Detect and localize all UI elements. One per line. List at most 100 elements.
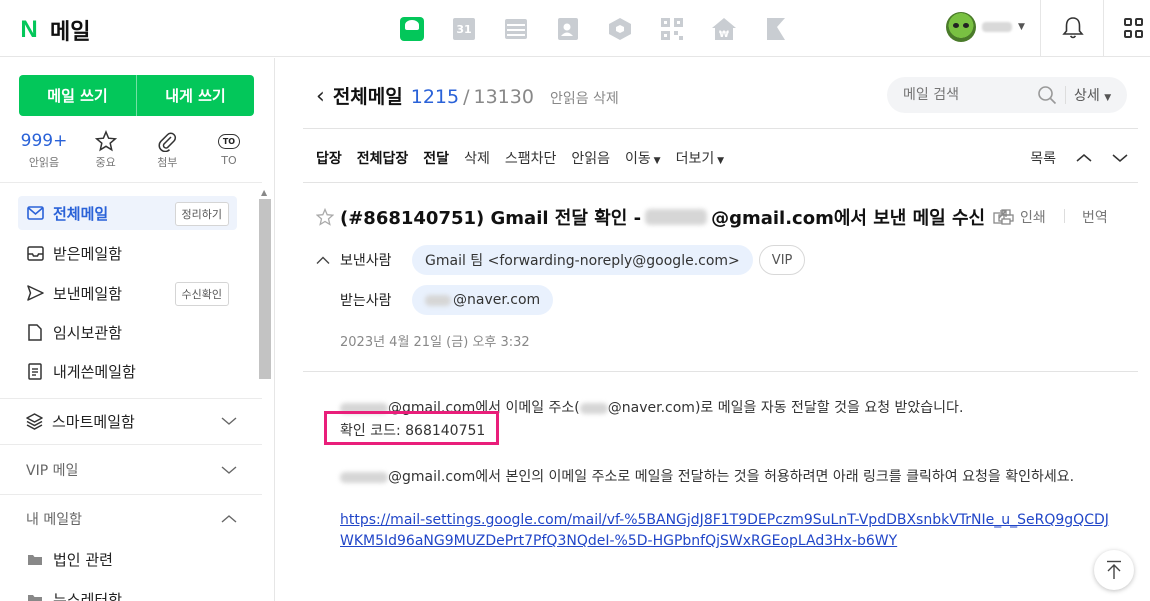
- table-app-icon[interactable]: [490, 13, 542, 45]
- folder-all-mail[interactable]: 전체메일 정리하기: [18, 196, 237, 230]
- divider: [0, 494, 262, 495]
- spam-block-button[interactable]: 스팸차단: [505, 148, 557, 168]
- layers-icon: [26, 412, 43, 430]
- top-bar: N 메일 31 ₩ ▼: [0, 0, 1150, 57]
- redacted-text: [645, 209, 708, 225]
- mail-date: 2023년 4월 21일 (금) 오후 3:32: [340, 335, 530, 350]
- svg-text:₩: ₩: [719, 30, 729, 40]
- move-button[interactable]: 이동 ▼: [625, 148, 661, 168]
- avatar: [946, 12, 976, 42]
- arrow-up-icon: [1107, 560, 1121, 579]
- organize-button[interactable]: 정리하기: [174, 202, 229, 226]
- contacts-app-icon[interactable]: [542, 13, 594, 45]
- more-button[interactable]: 더보기 ▼: [676, 148, 724, 168]
- chevron-up-icon: [221, 515, 237, 523]
- home-app-icon[interactable]: ₩: [698, 13, 750, 45]
- bell-icon[interactable]: [1062, 16, 1084, 40]
- write-to-self-button[interactable]: 내게 쓰기: [137, 75, 254, 116]
- folder-icon: [28, 594, 42, 601]
- read-receipt-button[interactable]: 수신확인: [174, 282, 229, 306]
- delete-unread-link[interactable]: 안읽음 삭제: [550, 88, 619, 108]
- star-icon: [94, 130, 117, 152]
- collapse-icon[interactable]: [316, 256, 330, 265]
- naver-mail-logo[interactable]: N 메일: [18, 14, 90, 46]
- sender-chip[interactable]: Gmail 팀 <forwarding-noreply@google.com>: [412, 245, 753, 275]
- qr-app-icon[interactable]: [646, 13, 698, 45]
- delete-button[interactable]: 삭제: [464, 148, 490, 168]
- search-detail-button[interactable]: 상세 ▼: [1074, 85, 1111, 105]
- chevron-down-icon: [221, 466, 237, 474]
- write-mail-button[interactable]: 메일 쓰기: [19, 75, 136, 116]
- scroll-to-top-button[interactable]: [1094, 550, 1134, 590]
- scrollbar-thumb[interactable]: [259, 199, 271, 379]
- folder-inbox[interactable]: 받은메일함: [18, 236, 237, 270]
- unread-count[interactable]: 1215: [411, 86, 459, 108]
- compose-group: 메일 쓰기 내게 쓰기: [19, 75, 254, 116]
- folder-sent[interactable]: 보낸메일함 수신확인: [18, 276, 237, 310]
- folder-newsletter[interactable]: 뉴스레터함: [18, 582, 237, 601]
- chevron-down-icon: ▼: [1018, 22, 1025, 32]
- mail-toolbar: 답장 전체답장 전달 삭제 스팸차단 안읽음 이동 ▼ 더보기 ▼ 목록: [316, 148, 1128, 168]
- group-my-mailbox[interactable]: 내 메일함: [18, 504, 237, 534]
- mail-view: ‹ 전체메일 1215 / 13130 안읽음 삭제 상세 ▼ 답장 전체답장 …: [276, 58, 1150, 601]
- next-mail-icon[interactable]: [1112, 153, 1128, 163]
- calendar-app-icon[interactable]: 31: [438, 13, 490, 45]
- scroll-up-icon[interactable]: ▲: [261, 188, 267, 197]
- divider: [1064, 209, 1065, 223]
- group-vip-mail[interactable]: VIP 메일: [18, 455, 237, 485]
- divider: [1103, 0, 1104, 57]
- folder-to-self[interactable]: 내게쓴메일함: [18, 354, 237, 388]
- total-count: 13130: [473, 86, 534, 108]
- forward-button[interactable]: 전달: [423, 148, 449, 168]
- draft-document-icon: [28, 323, 42, 341]
- search-input[interactable]: [903, 87, 1029, 103]
- list-button[interactable]: 목록: [1030, 148, 1056, 168]
- send-icon: [26, 285, 44, 301]
- divider: [303, 128, 1138, 129]
- unread-count: 999+: [20, 131, 68, 151]
- mail-app-icon[interactable]: [386, 13, 438, 45]
- mail-search: 상세 ▼: [887, 77, 1127, 113]
- divider: [303, 182, 1138, 183]
- verification-link[interactable]: https://mail-settings.google.com/mail/vf…: [340, 510, 1110, 552]
- printer-icon: [998, 209, 1014, 225]
- recipient-chip[interactable]: @naver.com: [412, 285, 554, 315]
- folder-icon: [28, 554, 42, 565]
- previous-mail-icon[interactable]: [1076, 153, 1092, 163]
- to-badge-icon: TO: [217, 133, 241, 149]
- envelope-icon: [26, 206, 44, 220]
- user-name-blurred: [982, 22, 1012, 32]
- body-line-3: @gmail.com에서 본인의 이메일 주소로 메일을 전달하는 것을 허용하…: [340, 466, 1074, 486]
- mailbox-title: 전체메일: [332, 86, 403, 108]
- folder-drafts[interactable]: 임시보관함: [18, 315, 237, 349]
- to-row: 받는사람 @naver.com: [340, 285, 554, 315]
- translate-button[interactable]: 번역: [1082, 207, 1108, 227]
- from-row: 보낸사람 Gmail 팀 <forwarding-noreply@google.…: [316, 245, 806, 275]
- mark-unread-button[interactable]: 안읽음: [571, 148, 610, 168]
- user-menu[interactable]: ▼: [946, 12, 1025, 42]
- mailbox-header: ‹ 전체메일 1215 / 13130 안읽음 삭제: [316, 84, 619, 109]
- quick-to-me[interactable]: TO TO: [204, 130, 254, 170]
- flag-app-icon[interactable]: [750, 13, 802, 45]
- reply-all-button[interactable]: 전체답장: [357, 148, 409, 168]
- divider: [0, 398, 262, 399]
- back-arrow-icon[interactable]: ‹: [316, 84, 325, 109]
- paperclip-icon: [158, 132, 177, 152]
- vip-button[interactable]: VIP: [758, 245, 806, 275]
- folder-corporate[interactable]: 법인 관련: [18, 542, 237, 576]
- sidebar: 메일 쓰기 내게 쓰기 999+ 안읽음 중요 첨부 TO TO 전체메일 정리…: [0, 58, 275, 601]
- chevron-down-icon: [221, 417, 237, 425]
- apps-grid-icon[interactable]: [1124, 18, 1144, 38]
- reply-button[interactable]: 답장: [316, 148, 342, 168]
- star-icon[interactable]: [316, 208, 334, 226]
- app-switcher: 31 ₩: [386, 13, 802, 45]
- quick-attachment[interactable]: 첨부: [142, 130, 192, 170]
- print-button[interactable]: 인쇄: [998, 207, 1046, 227]
- search-icon[interactable]: [1037, 85, 1057, 105]
- group-smart-mailbox[interactable]: 스마트메일함: [18, 406, 237, 436]
- quick-unread[interactable]: 999+ 안읽음: [19, 130, 69, 170]
- quick-important[interactable]: 중요: [81, 130, 131, 170]
- naver-logo-icon: N: [20, 16, 38, 43]
- box-app-icon[interactable]: [594, 13, 646, 45]
- sidebar-scrollbar[interactable]: ▲: [258, 188, 272, 601]
